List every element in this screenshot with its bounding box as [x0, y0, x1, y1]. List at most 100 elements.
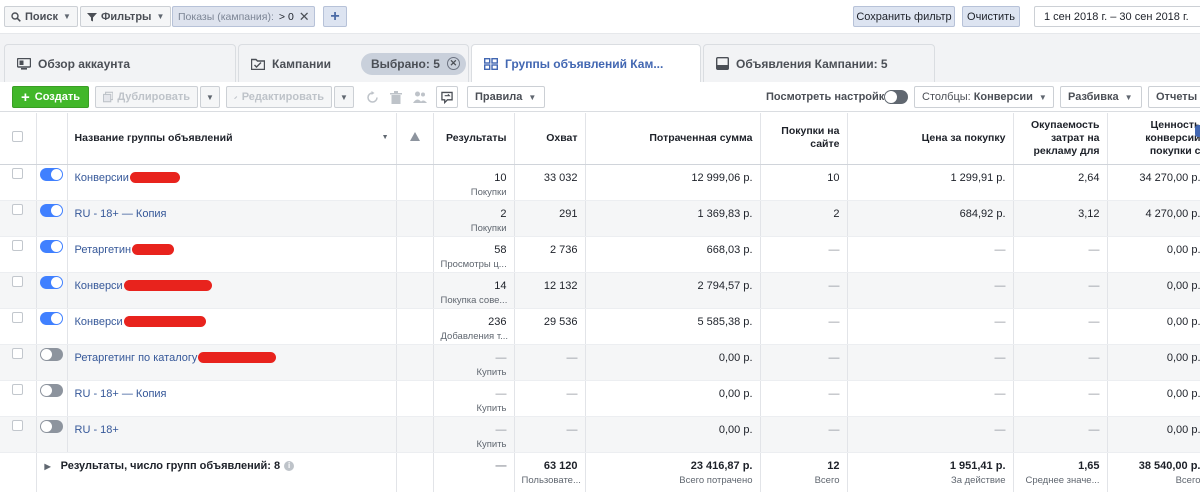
table-row[interactable]: Конверси 14 Покупка сове... 12 132 2 794,57 …	[0, 272, 1200, 309]
ad-icon	[716, 57, 729, 70]
cell-purchases: —	[760, 272, 848, 309]
row-checkbox[interactable]	[12, 383, 24, 395]
trash-icon[interactable]	[387, 88, 405, 106]
edit-dropdown[interactable]: ▼	[334, 86, 354, 108]
ad-sets-table: Название группы объявлений ▼ Результаты …	[0, 113, 1200, 495]
column-header-roas[interactable]: Окупаемость затрат на рекламу для	[1013, 113, 1108, 165]
table-row[interactable]: RU - 18+ — Копия — Купить — 0,00 р. — — — 0,00 р…	[0, 380, 1200, 417]
rules-button[interactable]: Правила ▼	[467, 86, 545, 108]
cell-value: 0,00 р.	[718, 387, 753, 400]
preview-button[interactable]	[436, 86, 458, 108]
ad-set-name-link[interactable]: Конверси	[75, 316, 123, 328]
tab-ad-sets[interactable]: Группы объявлений Кам...	[471, 44, 701, 83]
table-row[interactable]: Ретаргетинг по каталогу — Купить —0,00 р. — —…	[0, 344, 1200, 381]
column-header-purchases[interactable]: Покупки на сайте	[760, 113, 848, 165]
tab-campaigns[interactable]: Кампании Выбрано: 5 ✕	[238, 44, 469, 82]
status-toggle[interactable]	[40, 203, 63, 217]
row-checkbox[interactable]	[12, 347, 24, 359]
breakdown-button[interactable]: Разбивка ▼	[1060, 86, 1142, 108]
cell-value: 12 999,06 р.	[691, 171, 753, 184]
selected-badge[interactable]: Выбрано: 5 ✕	[360, 52, 466, 75]
row-select-cell	[0, 416, 37, 453]
date-range-picker[interactable]: 1 сен 2018 г. – 30 сен 2018 г.	[1034, 6, 1200, 27]
table-row[interactable]: RU - 18+ — Купить — 0,00 р. — — — 0,00 р.	[0, 416, 1200, 453]
add-filter-button[interactable]: +	[323, 6, 347, 27]
table-row[interactable]: Конверси 236 Добавления т... 29 536 5 585,38…	[0, 308, 1200, 345]
people-icon[interactable]	[411, 88, 429, 106]
cell-conversion-value: 4 270,00 р.	[1107, 200, 1200, 237]
tab-ads[interactable]: Объявления Кампании: 5	[703, 44, 935, 82]
cell-cost-per-purchase: —	[847, 416, 1014, 453]
cell-conversion-value: 0,00 р.	[1107, 308, 1200, 345]
cell-value: 3,12	[1078, 207, 1100, 220]
row-select-cell	[0, 344, 37, 381]
column-header-spent[interactable]: Потраченная сумма	[585, 113, 761, 165]
create-button[interactable]: + Создать	[12, 86, 89, 108]
status-toggle[interactable]	[40, 167, 63, 181]
duplicate-dropdown[interactable]: ▼	[200, 86, 220, 108]
table-row[interactable]: RU - 18+ — Копия 2 Покупки 291 1 369,83 р. 2 6…	[0, 200, 1200, 237]
column-header-results[interactable]: Результаты	[433, 113, 515, 165]
column-header-reach[interactable]: Охват	[514, 113, 586, 165]
columns-button[interactable]: Столбцы: Конверсии ▼	[914, 86, 1054, 108]
duplicate-button[interactable]: Дублировать	[95, 86, 198, 108]
ad-set-name-link[interactable]: RU - 18+ — Копия	[75, 208, 167, 220]
clear-button[interactable]: Очистить	[962, 6, 1020, 27]
cell-value: 34 270,00 р.	[1139, 171, 1200, 184]
status-toggle[interactable]	[40, 347, 63, 361]
status-toggle[interactable]	[40, 419, 63, 433]
cell-results: — Купить	[433, 416, 515, 453]
reports-button[interactable]: Отчеты	[1148, 86, 1200, 108]
status-toggle[interactable]	[40, 383, 63, 397]
refresh-icon[interactable]	[363, 88, 381, 106]
row-checkbox[interactable]	[12, 311, 24, 323]
row-checkbox[interactable]	[12, 275, 24, 287]
column-header-delivery[interactable]	[396, 113, 434, 165]
close-icon[interactable]: ✕	[299, 9, 310, 25]
table-row[interactable]: Конверсии 10 Покупки 33 032 12 999,06 р. 10 1 …	[0, 164, 1200, 201]
cell-value: 291	[559, 207, 578, 220]
column-header-cost-per-purchase[interactable]: Цена за покупку	[847, 113, 1014, 165]
cell-conversion-value: 0,00 р.	[1107, 380, 1200, 417]
scroll-indicator[interactable]	[1195, 125, 1200, 137]
filters-button[interactable]: Фильтры ▼	[80, 6, 172, 27]
view-settings-toggle[interactable]	[884, 90, 908, 104]
table-row[interactable]: Ретаргетин 58 Просмотры ц... 2 736 668,03 р.…	[0, 236, 1200, 273]
select-all-checkbox[interactable]	[12, 130, 24, 142]
summary-value: 23 416,87 р.	[690, 459, 753, 472]
cell-roas: —	[1013, 344, 1108, 381]
status-toggle[interactable]	[40, 275, 63, 289]
expand-caret-icon[interactable]: ▶	[45, 462, 51, 471]
info-icon[interactable]: i	[284, 460, 295, 471]
row-checkbox[interactable]	[12, 239, 24, 251]
sort-caret-icon[interactable]: ▼	[382, 134, 389, 143]
ad-set-name-cell: Ретаргетинг по каталогу	[67, 344, 397, 381]
row-checkbox[interactable]	[12, 203, 24, 215]
ad-set-name-link[interactable]: Ретаргетин	[75, 244, 132, 256]
row-checkbox[interactable]	[12, 419, 24, 431]
cell-roas: —	[1013, 308, 1108, 345]
ad-set-name-link[interactable]: Ретаргетинг по каталогу	[75, 352, 198, 364]
row-checkbox[interactable]	[12, 167, 24, 179]
close-icon[interactable]: ✕	[446, 57, 460, 70]
ad-set-name-link[interactable]: RU - 18+	[75, 424, 119, 436]
column-header-name[interactable]: Название группы объявлений ▼	[67, 113, 397, 165]
cell-delivery	[396, 344, 434, 381]
level-tabs: Обзор аккаунта Кампании Выбрано: 5 ✕ Гру…	[0, 34, 1200, 83]
status-toggle[interactable]	[40, 311, 63, 325]
column-header-conversion-value[interactable]: Ценность конверсии покупки с	[1107, 113, 1200, 165]
ad-set-name-link[interactable]: RU - 18+ — Копия	[75, 388, 167, 400]
save-filter-button[interactable]: Сохранить фильтр	[853, 6, 955, 27]
tab-account-overview[interactable]: Обзор аккаунта	[4, 44, 236, 82]
status-toggle[interactable]	[40, 239, 63, 253]
edit-button[interactable]: Редактировать	[226, 86, 332, 108]
search-button[interactable]: Поиск ▼	[4, 6, 78, 27]
ad-set-name-link[interactable]: Конверсии	[75, 172, 129, 184]
ad-set-name-link[interactable]: Конверси	[75, 280, 123, 292]
cell-spent: 0,00 р.	[585, 380, 761, 417]
cell-value: 2 736	[549, 243, 578, 256]
filter-chip-impressions[interactable]: Показы (кампания): > 0 ✕	[172, 6, 315, 27]
column-header-label: Название группы объявлений	[74, 131, 233, 144]
cell-value: —	[828, 423, 840, 436]
cell-conversion-value: 0,00 р.	[1107, 344, 1200, 381]
